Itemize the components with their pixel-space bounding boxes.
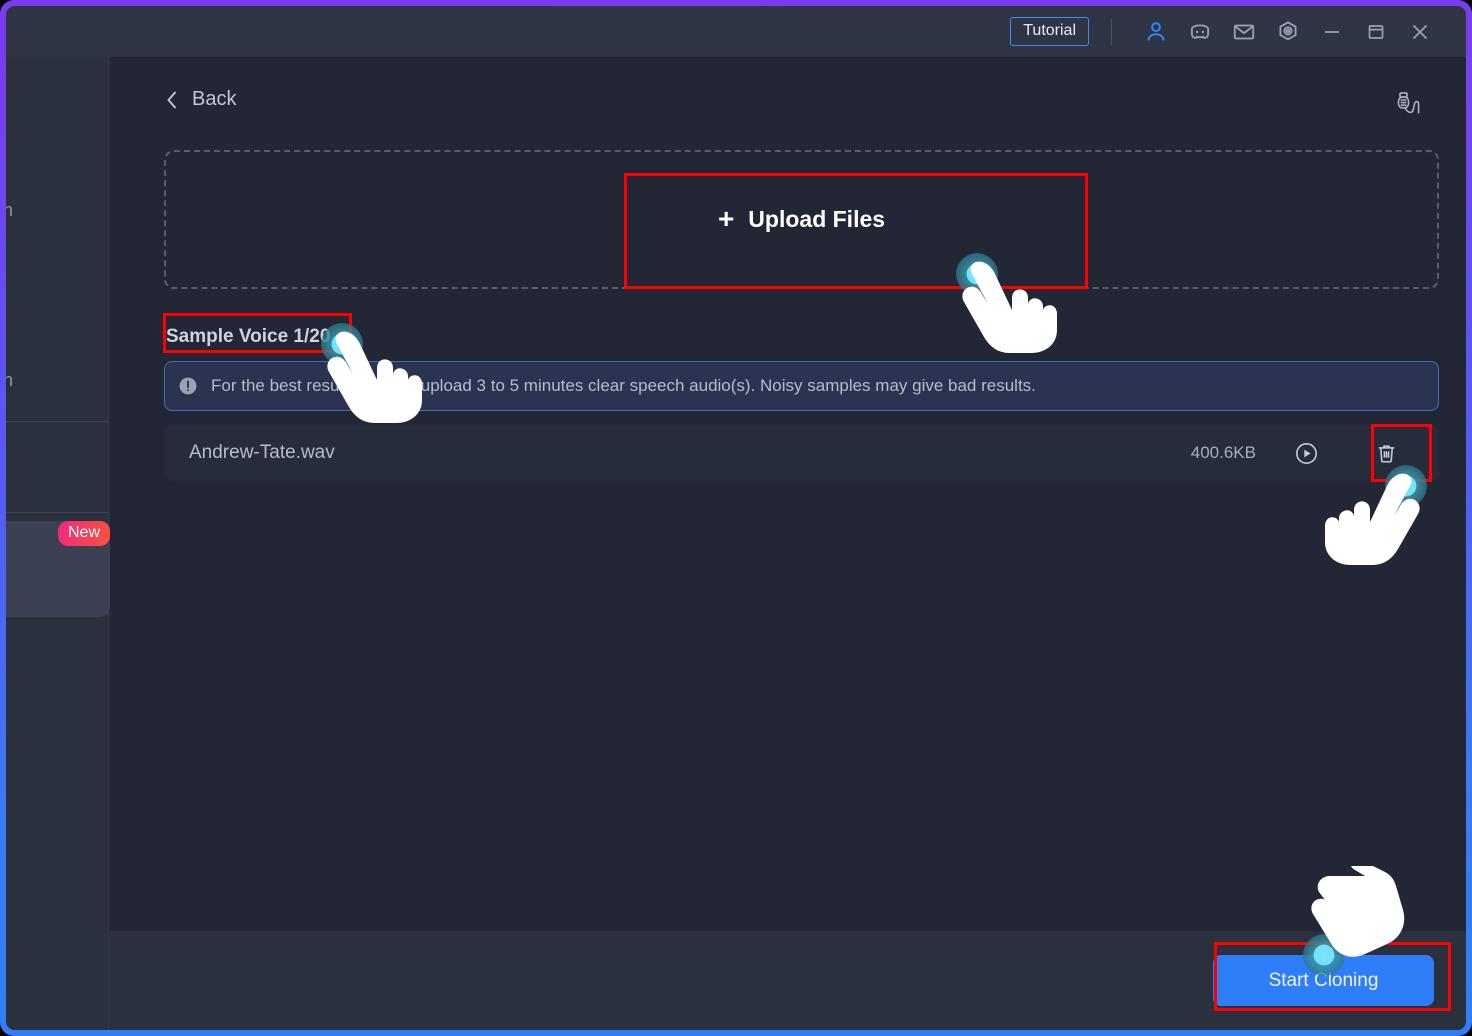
sidebar-divider-1 (6, 421, 109, 422)
microphone-cable-icon[interactable] (1392, 89, 1424, 126)
exclamation-circle-icon (179, 377, 197, 395)
sample-voice-heading: Sample Voice 1/20 (166, 326, 331, 347)
info-banner: For the best results, please upload 3 to… (164, 361, 1439, 411)
start-cloning-button[interactable]: Start Cloning (1213, 955, 1434, 1006)
upload-dropzone[interactable]: + Upload Files (164, 150, 1439, 289)
titlebar-divider (1111, 18, 1112, 45)
app-window: ox Tutorial (0, 0, 1472, 1036)
titlebar-controls: Tutorial (1010, 6, 1442, 57)
maximize-icon[interactable] (1354, 12, 1398, 52)
back-button[interactable]: Back (164, 88, 236, 111)
title-bar: ox Tutorial (6, 6, 1466, 57)
file-name: Andrew-Tate.wav (189, 442, 335, 463)
minimize-icon[interactable] (1310, 12, 1354, 52)
sidebar-divider-2 (6, 512, 109, 513)
main-panel: Back + Upload Files Sample Voice 1/20 Fo… (110, 57, 1466, 1030)
upload-files-button[interactable]: + Upload Files (717, 202, 886, 234)
sidebar-promo-card[interactable]: New (6, 521, 110, 617)
footer-bar: Start Cloning (110, 931, 1466, 1030)
sidebar-item-label-1[interactable]: ch (6, 200, 13, 221)
tutorial-button[interactable]: Tutorial (1010, 17, 1089, 46)
account-icon[interactable] (1134, 12, 1178, 52)
sidebar-item-label-2[interactable]: ch (6, 370, 13, 391)
close-icon[interactable] (1398, 12, 1442, 52)
new-badge: New (57, 521, 110, 546)
play-circle-icon[interactable] (1294, 441, 1319, 466)
table-row[interactable]: Andrew-Tate.wav 400.6KB (164, 425, 1439, 481)
settings-icon[interactable] (1266, 12, 1310, 52)
upload-files-label: Upload Files (748, 206, 886, 232)
file-size: 400.6KB (1190, 443, 1256, 462)
sidebar: ch ch New (6, 57, 110, 1030)
delete-file-button[interactable] (1374, 441, 1399, 466)
page-header: Back (110, 57, 1466, 126)
chevron-left-icon (167, 90, 177, 109)
discord-icon[interactable] (1178, 12, 1222, 52)
info-text: For the best results, please upload 3 to… (211, 376, 1036, 395)
mail-icon[interactable] (1222, 12, 1266, 52)
back-label: Back (192, 88, 237, 110)
window-inner: ox Tutorial (6, 6, 1466, 1030)
plus-icon: + (717, 202, 735, 234)
trash-icon (1378, 444, 1395, 463)
